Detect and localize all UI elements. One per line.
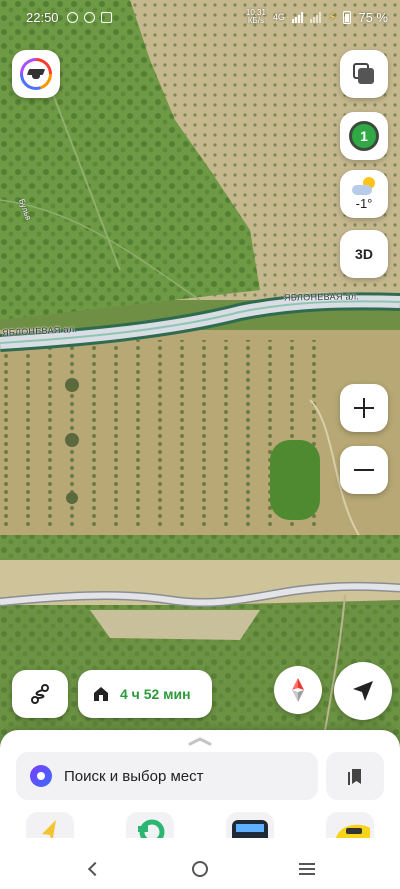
- navigator-shortcut[interactable]: [26, 812, 74, 838]
- route-icon: [31, 684, 49, 704]
- network-type: 4G: [272, 12, 285, 22]
- nav-recents-button[interactable]: [287, 854, 327, 884]
- layers-icon: [353, 63, 375, 85]
- search-input[interactable]: Поиск и выбор мест: [16, 752, 318, 800]
- 3d-mode-button[interactable]: 3D: [340, 230, 388, 278]
- transport-shortcut[interactable]: [126, 812, 174, 838]
- metro-shortcut[interactable]: [226, 812, 274, 838]
- home-route-button[interactable]: 4 ч 52 мин: [78, 670, 212, 718]
- locate-arrow-icon: [353, 681, 373, 701]
- alice-icon[interactable]: [30, 765, 52, 787]
- layers-button[interactable]: [340, 50, 388, 98]
- partly-cloudy-icon: [351, 177, 377, 195]
- pie-icon: [83, 11, 95, 23]
- home-eta: 4 ч 52 мин: [120, 686, 191, 702]
- graduation-cap-icon: [28, 69, 44, 79]
- zoom-in-button[interactable]: [340, 384, 388, 432]
- signal-icon: [291, 11, 303, 23]
- check-circle-icon: [66, 11, 78, 23]
- transport-icon: [138, 819, 165, 838]
- street-label-east: ЯБЛОНЕВАЯ ал.: [283, 291, 360, 303]
- profile-button[interactable]: [12, 50, 60, 98]
- net-speed: 10,31 КБ/s: [245, 8, 266, 25]
- my-location-button[interactable]: [334, 662, 392, 720]
- bookmarks-icon: [348, 769, 361, 785]
- system-nav-bar: [0, 848, 400, 889]
- back-icon: [88, 861, 103, 876]
- shortcut-row: [0, 812, 400, 838]
- metro-icon: [232, 820, 268, 838]
- traffic-button[interactable]: 1: [340, 112, 388, 160]
- weather-button[interactable]: -1°: [340, 170, 388, 218]
- charging-icon: ⚡: [327, 10, 337, 24]
- taxi-shortcut[interactable]: [326, 812, 374, 838]
- signal-2-icon: [309, 11, 321, 23]
- traffic-level: 1: [349, 121, 379, 151]
- zoom-out-button[interactable]: [340, 446, 388, 494]
- gallery-icon: [100, 11, 112, 23]
- home-icon: [94, 687, 108, 701]
- status-bar: 22:50 10,31 КБ/s 4G ⚡ 75 %: [0, 0, 400, 34]
- sheet-handle-icon[interactable]: [188, 736, 212, 746]
- taxi-icon: [336, 824, 370, 838]
- battery-icon: [343, 10, 352, 24]
- navigator-icon: [42, 820, 56, 838]
- compass-button[interactable]: [274, 666, 322, 714]
- nav-back-button[interactable]: [73, 854, 113, 884]
- nav-home-button[interactable]: [180, 854, 220, 884]
- minus-icon: [354, 460, 374, 480]
- menu-lines-icon: [298, 862, 315, 875]
- status-time: 22:50: [26, 9, 59, 25]
- plus-icon: [354, 398, 374, 418]
- battery-percent: 75 %: [358, 9, 388, 25]
- route-button[interactable]: [12, 670, 68, 718]
- bookmarks-button[interactable]: [326, 752, 384, 800]
- compass-icon: [292, 678, 304, 702]
- weather-temperature: -1°: [355, 196, 373, 211]
- home-circle-icon: [191, 860, 208, 877]
- search-placeholder: Поиск и выбор мест: [64, 767, 204, 785]
